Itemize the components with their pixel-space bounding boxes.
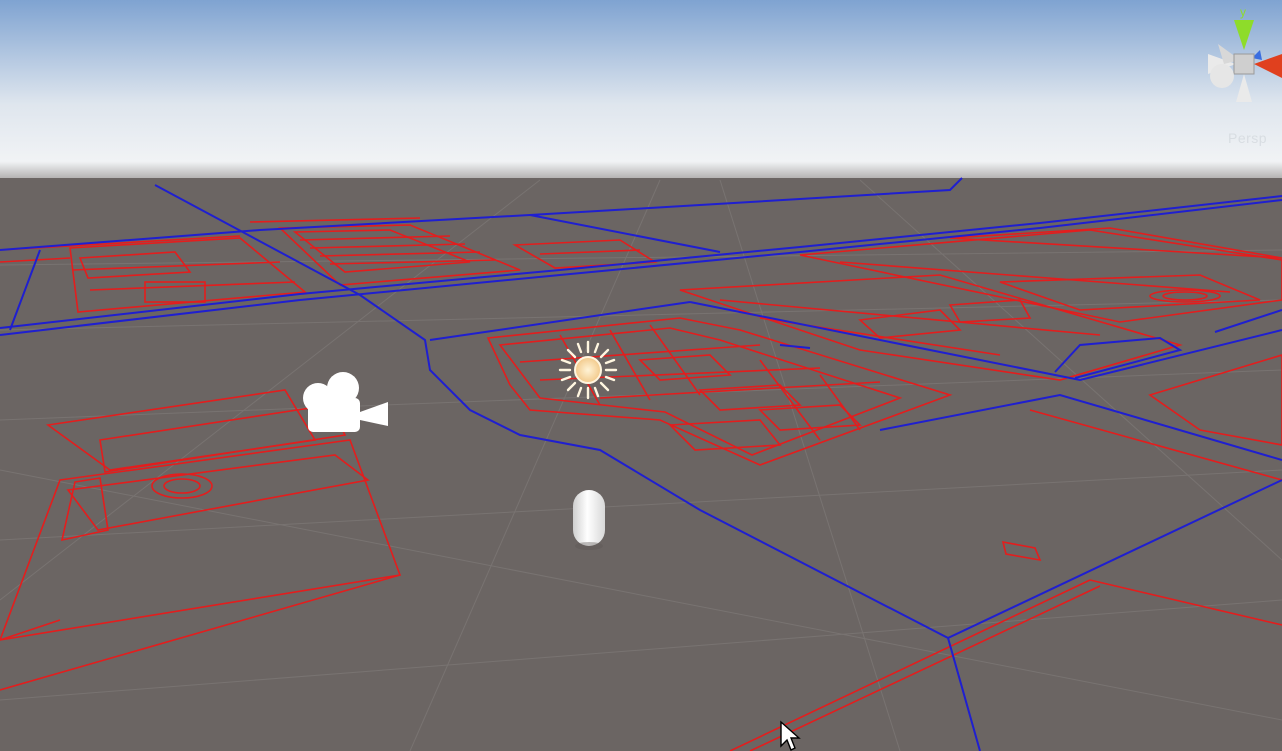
y-axis-label: y xyxy=(1240,5,1246,19)
orientation-gizmo[interactable]: y xyxy=(1200,2,1282,112)
scene-viewport[interactable]: y Persp xyxy=(0,0,1282,751)
projection-label[interactable]: Persp xyxy=(1228,130,1267,146)
scene-canvas[interactable] xyxy=(0,0,1282,751)
sky xyxy=(0,0,1282,190)
neg-y-cone[interactable] xyxy=(1236,74,1252,102)
capsule-icon[interactable] xyxy=(573,490,605,550)
y-axis-cone[interactable] xyxy=(1234,20,1254,50)
gizmo-center-cube[interactable] xyxy=(1233,53,1255,75)
gizmo-sphere xyxy=(1210,64,1234,88)
sun-icon[interactable] xyxy=(558,340,618,400)
ground-plane xyxy=(0,178,1282,751)
mouse-cursor-icon xyxy=(780,720,801,751)
